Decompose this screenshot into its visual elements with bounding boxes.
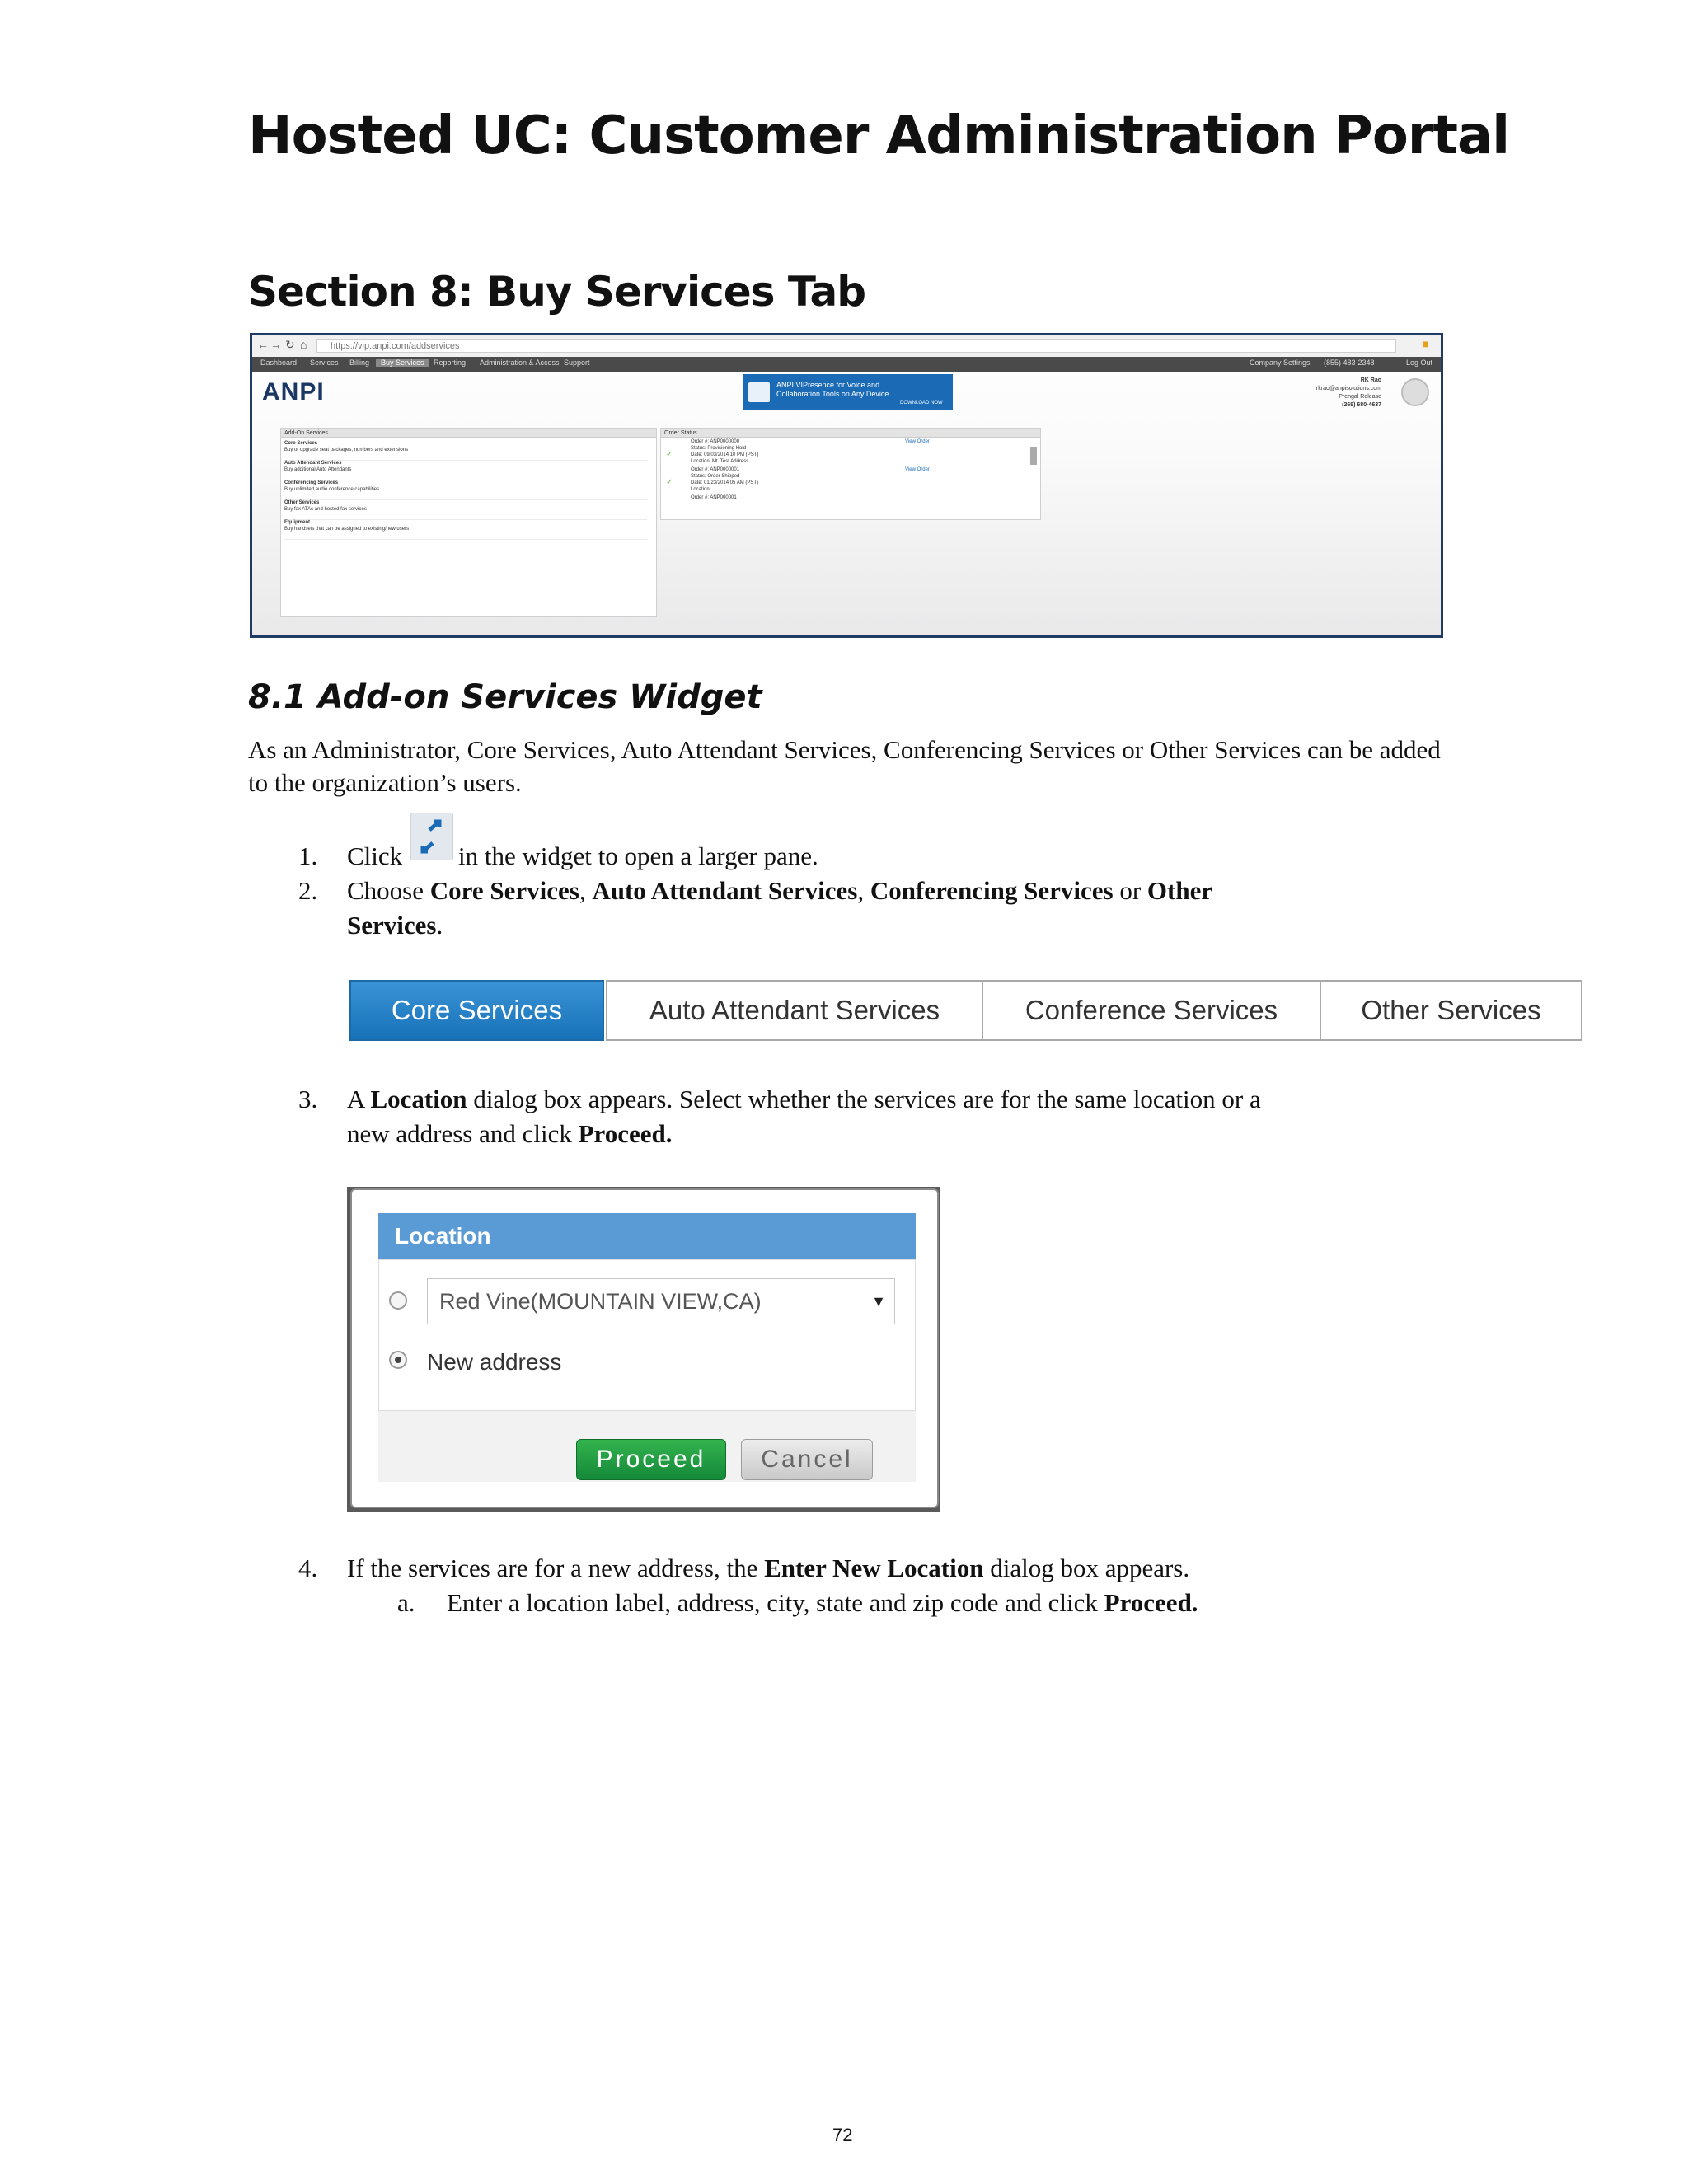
order-line: Status: Provisioning Hold — [691, 446, 747, 451]
step-number: a. — [397, 1588, 415, 1617]
tab-core-services[interactable]: Core Services — [349, 980, 604, 1041]
list-item: Equipment Buy handsets that can be assig… — [284, 519, 647, 540]
expand-icon — [410, 813, 453, 860]
list-item: Core Services Buy or upgrade seat packag… — [284, 440, 647, 461]
section-title: Section 8: Buy Services Tab — [248, 268, 866, 316]
forward-icon: → — [270, 338, 282, 351]
menu-item: Dashboard — [260, 359, 298, 367]
step-number: 1. — [298, 841, 318, 870]
step-text: Click — [347, 841, 403, 870]
address-bar: https://vip.anpi.com/addservices — [316, 339, 1396, 353]
menu-item: Support — [564, 359, 590, 367]
order-line: Status: Order Shipped — [691, 474, 740, 479]
step-text: in the widget to open a larger pane. — [458, 841, 818, 870]
menu-item: Reporting — [434, 359, 467, 367]
tab-conference-services[interactable]: Conference Services — [982, 980, 1321, 1041]
menu-item: Company Settings — [1250, 359, 1311, 367]
promo-banner: ANPI VIPresence for Voice and Collaborat… — [743, 374, 953, 410]
step-text: If the services are for a new address, t… — [347, 1554, 1190, 1582]
tab-other-services[interactable]: Other Services — [1320, 980, 1582, 1041]
select-value: Red Vine(MOUNTAIN VIEW,CA) — [439, 1289, 762, 1314]
banner-line: ANPI VIPresence for Voice and — [776, 381, 880, 389]
chevron-down-icon: ▼ — [871, 1293, 886, 1310]
dialog-title: Location — [378, 1213, 916, 1259]
user-email: rkrao@anpisolutions.com — [1315, 386, 1381, 391]
user-name: RK Rao — [1360, 377, 1381, 383]
devices-icon — [748, 382, 770, 402]
intro-paragraph: As an Administrator, Core Services, Auto… — [248, 735, 1441, 797]
menu-item: Administration & Access — [480, 359, 560, 367]
proceed-button[interactable]: Proceed — [576, 1439, 726, 1480]
location-select[interactable]: Red Vine(MOUNTAIN VIEW,CA) ▼ — [427, 1278, 895, 1324]
reload-icon: ↻ — [285, 338, 295, 351]
menu-item: Buy Services — [376, 359, 429, 367]
step-number: 3. — [298, 1085, 318, 1113]
step-text: new address and click Proceed. — [347, 1119, 673, 1148]
order-line: Location: — [691, 487, 711, 492]
list-item: Auto Attendant Services Buy additional A… — [284, 460, 647, 480]
widget-header: Order Status — [661, 429, 1040, 438]
cancel-button[interactable]: Cancel — [741, 1439, 873, 1480]
view-order-link: View Order — [905, 439, 930, 444]
services-tab-bar: Core Services Auto Attendant Services Co… — [349, 980, 1582, 1041]
home-icon: ⌂ — [300, 338, 307, 351]
menu-item: Log Out — [1406, 359, 1433, 367]
location-dialog: Location Red Vine(MOUNTAIN VIEW,CA) ▼ Ne… — [350, 1188, 939, 1508]
anpi-logo: ANPI — [262, 378, 325, 405]
menu-item: Services — [310, 359, 339, 367]
user-line: Prengal Release — [1339, 394, 1381, 400]
step-text: A Location dialog box appears. Select wh… — [347, 1085, 1261, 1113]
list-item: Other Services Buy fax ATAs and hosted f… — [284, 499, 647, 520]
addon-services-widget: Add-On Services Core Services Buy or upg… — [280, 428, 657, 617]
document-title: Hosted UC: Customer Administration Porta… — [248, 105, 1510, 166]
step-text: Choose Core Services, Auto Attendant Ser… — [347, 876, 1213, 905]
banner-cta: DOWNLOAD NOW — [900, 401, 943, 405]
user-phone: (269) 680-4637 — [1342, 402, 1381, 408]
order-line: Date: 01/23/2014 05 AM (PST) — [691, 480, 759, 485]
view-order-link: View Order — [905, 467, 930, 472]
list-item: Conferencing Services Buy unlimited audi… — [284, 480, 647, 500]
page-number: 72 — [832, 2125, 853, 2145]
avatar — [1401, 378, 1429, 406]
order-line: Location: Mt. Test Address — [691, 459, 749, 464]
new-address-label: New address — [427, 1349, 562, 1375]
portal-screenshot: ← → ↻ ⌂ https://vip.anpi.com/addservices… — [250, 333, 1443, 638]
step-number: 2. — [298, 876, 318, 905]
new-address-radio[interactable] — [389, 1351, 407, 1369]
subsection-title: 8.1 Add-on Services Widget — [248, 678, 762, 716]
menu-item: Billing — [349, 359, 370, 367]
order-line: Date: 09/03/2014 10 PM (PST) — [691, 452, 759, 457]
step-number: 4. — [298, 1554, 318, 1582]
banner-line: Collaboration Tools on Any Device — [776, 390, 889, 398]
menu-icon: ■ — [1422, 337, 1429, 350]
browser-toolbar: ← → ↻ ⌂ https://vip.anpi.com/addservices… — [252, 335, 1441, 358]
check-icon: ✓ — [666, 478, 673, 487]
menu-item: (855) 483-2348 — [1324, 359, 1375, 367]
widget-header: Add-On Services — [281, 429, 656, 438]
user-info: RK Rao rkrao@anpisolutions.com Prengal R… — [1316, 377, 1381, 410]
tab-auto-attendant-services[interactable]: Auto Attendant Services — [606, 980, 983, 1041]
order-line: Order #: ANP000001 — [691, 495, 737, 500]
step-text: Services. — [347, 911, 443, 940]
step-text: Enter a location label, address, city, s… — [447, 1588, 1198, 1617]
portal-menu: Dashboard Services Billing Buy Services … — [252, 357, 1441, 372]
order-status-widget: Order Status Order #: ANP0000000 Status:… — [660, 428, 1041, 520]
check-icon: ✓ — [666, 450, 673, 459]
same-location-radio[interactable] — [389, 1291, 407, 1310]
back-icon: ← — [257, 338, 269, 351]
